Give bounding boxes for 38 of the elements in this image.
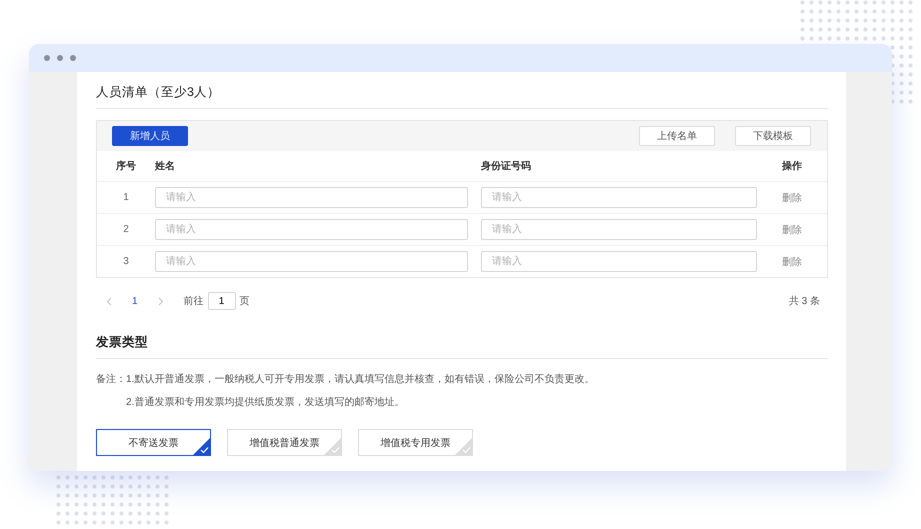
invoice-option[interactable]: 增值税普通发票 — [227, 429, 342, 456]
chevron-left-icon[interactable] — [106, 296, 112, 306]
column-header: 姓名 — [155, 160, 176, 173]
note-label: 备注： — [96, 372, 126, 387]
invoice-option[interactable]: 不寄送发票 — [96, 429, 211, 456]
row-number: 2 — [122, 224, 130, 235]
column-header: 序号 — [115, 159, 137, 173]
note-text: 1.默认开普通发票，一般纳税人可开专用发票，请认真填写信息并核查，如有错误，保险公司不负责更改。 — [126, 372, 594, 386]
name-input-field[interactable]: 请输入 — [155, 187, 468, 208]
invoice-option[interactable]: 增值税专用发票 — [358, 429, 473, 456]
id-number-input-field[interactable]: 请输入 — [481, 187, 757, 208]
download-template-button[interactable]: 下载模板 — [735, 126, 811, 146]
page-suffix: 页 — [240, 295, 250, 308]
column-header: 操作 — [780, 160, 803, 173]
section-title: 发票类型 — [96, 334, 149, 351]
name-input-field[interactable]: 请输入 — [155, 219, 468, 240]
row-number: 3 — [122, 256, 130, 267]
id-number-input-field[interactable]: 请输入 — [481, 251, 757, 272]
add-person-button[interactable]: 新增人员 — [112, 126, 188, 146]
total-count: 共 3 条 — [788, 294, 820, 308]
note-text: 2.普通发票和专用发票均提供纸质发票，发送填写的邮寄地址。 — [126, 396, 406, 409]
id-number-input-field[interactable]: 请输入 — [481, 219, 757, 240]
row-number: 1 — [122, 192, 130, 203]
section-title: 人员清单（至少3人） — [96, 84, 221, 101]
check-corner-icon — [324, 438, 341, 455]
page-input-field[interactable]: 1 — [208, 292, 236, 310]
upload-list-button[interactable]: 上传名单 — [639, 126, 715, 146]
window-dots-icon — [44, 55, 76, 61]
check-corner-icon — [455, 438, 472, 455]
page-number[interactable]: 1 — [132, 296, 138, 306]
delete-link[interactable]: 删除 — [782, 222, 802, 236]
delete-link[interactable]: 删除 — [782, 190, 802, 204]
chevron-right-icon[interactable] — [158, 296, 164, 306]
check-corner-icon — [193, 438, 210, 455]
goto-label: 前往 — [184, 294, 204, 308]
name-input-field[interactable]: 请输入 — [155, 251, 468, 272]
column-header: 身份证号码 — [481, 160, 532, 173]
delete-link[interactable]: 删除 — [782, 254, 802, 268]
